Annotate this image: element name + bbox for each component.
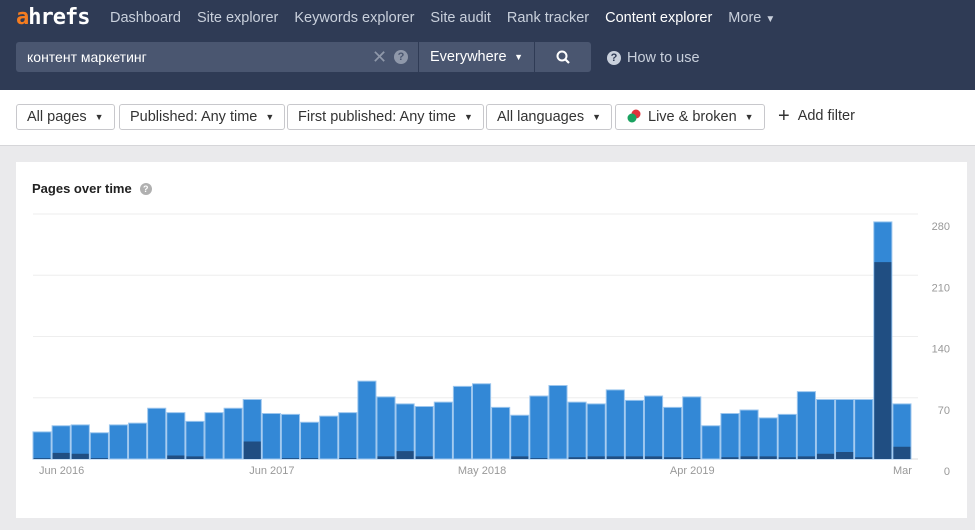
bar-total[interactable] [739, 409, 759, 460]
bar-dark [33, 458, 51, 459]
bar-dark [167, 455, 185, 459]
bar-dark [625, 456, 643, 459]
bar-dark [243, 441, 261, 459]
y-tick-label: 280 [932, 221, 950, 233]
bar-total[interactable] [395, 403, 415, 460]
bar-dark [52, 452, 70, 459]
bar-total[interactable] [414, 406, 434, 460]
bar-dark [797, 456, 815, 459]
y-tick-label: 0 [944, 466, 950, 478]
bar-total[interactable] [720, 413, 740, 460]
bar-total[interactable] [529, 395, 549, 460]
bar-total[interactable] [682, 396, 702, 460]
bar-dark [683, 458, 701, 459]
bar-total[interactable] [261, 413, 281, 460]
bar-dark [511, 456, 529, 459]
bar-dark [778, 457, 796, 459]
bar-dark [186, 456, 204, 459]
bar-dark [71, 453, 89, 459]
bar-dark [281, 458, 300, 459]
x-tick-label: Jun 2017 [249, 465, 294, 477]
bar-dark [836, 452, 854, 459]
bar-dark [816, 453, 835, 459]
bar-dark [568, 457, 586, 459]
bar-dark [339, 458, 357, 459]
bar-total[interactable] [166, 412, 186, 460]
bar-total[interactable] [300, 421, 320, 460]
bar-total[interactable] [510, 414, 530, 460]
bar-dark [644, 456, 663, 459]
bar-total[interactable] [758, 417, 778, 460]
bar-total[interactable] [108, 424, 129, 460]
bar-total[interactable] [663, 406, 683, 460]
bar-total[interactable] [32, 431, 52, 460]
bar-total[interactable] [835, 399, 855, 460]
bar-dark [759, 456, 777, 459]
x-tick-label: May 2018 [458, 465, 506, 477]
bar-total[interactable] [280, 413, 301, 460]
bar-dark [855, 457, 873, 459]
bar-dark [664, 457, 682, 459]
bar-total[interactable] [586, 403, 606, 460]
bar-dark [530, 458, 548, 459]
y-tick-label: 70 [938, 405, 950, 417]
bar-dark [90, 458, 108, 459]
bar-total[interactable] [204, 412, 224, 460]
bar-total[interactable] [567, 401, 587, 460]
bar-total[interactable] [815, 399, 836, 460]
bar-dark [301, 458, 319, 459]
bar-dark [587, 456, 605, 459]
bar-total[interactable] [223, 407, 243, 460]
bar-dark [415, 456, 433, 459]
bar-dark [874, 262, 892, 459]
bar-total[interactable] [433, 401, 453, 460]
x-tick-label: Jun 2016 [39, 465, 84, 477]
bar-dark [377, 456, 395, 459]
bar-total[interactable] [376, 396, 396, 460]
bar-total[interactable] [357, 380, 377, 460]
pages-chart: 0 70 140 210 280 Jun 2016 Jun 2017 May 2018 Apr … [32, 213, 950, 478]
bar-total[interactable] [319, 415, 339, 460]
bar-total[interactable] [548, 385, 568, 460]
bar-total[interactable] [147, 407, 167, 460]
bar-total[interactable] [854, 399, 874, 460]
bar-total[interactable] [338, 412, 358, 460]
bar-total[interactable] [605, 389, 625, 460]
x-tick-label: Apr 2019 [670, 465, 715, 477]
bar-dark [606, 456, 624, 459]
bar-dark [396, 451, 414, 459]
bar-total[interactable] [185, 420, 205, 460]
bar-total[interactable] [701, 425, 721, 460]
bar-total[interactable] [796, 391, 816, 460]
bar-total[interactable] [452, 385, 472, 460]
bar-total[interactable] [89, 432, 109, 460]
x-tick-label: Mar [893, 465, 912, 477]
y-tick-label: 140 [932, 344, 950, 356]
bar-dark [893, 446, 911, 459]
bar-total[interactable] [643, 395, 664, 460]
bar-total[interactable] [491, 406, 511, 460]
bar-total[interactable] [472, 383, 492, 460]
bar-total[interactable] [128, 422, 148, 460]
bar-dark [721, 457, 739, 459]
bar-total[interactable] [624, 399, 644, 460]
y-tick-label: 210 [932, 282, 950, 294]
bar-total[interactable] [777, 413, 797, 460]
bar-dark [740, 456, 758, 459]
